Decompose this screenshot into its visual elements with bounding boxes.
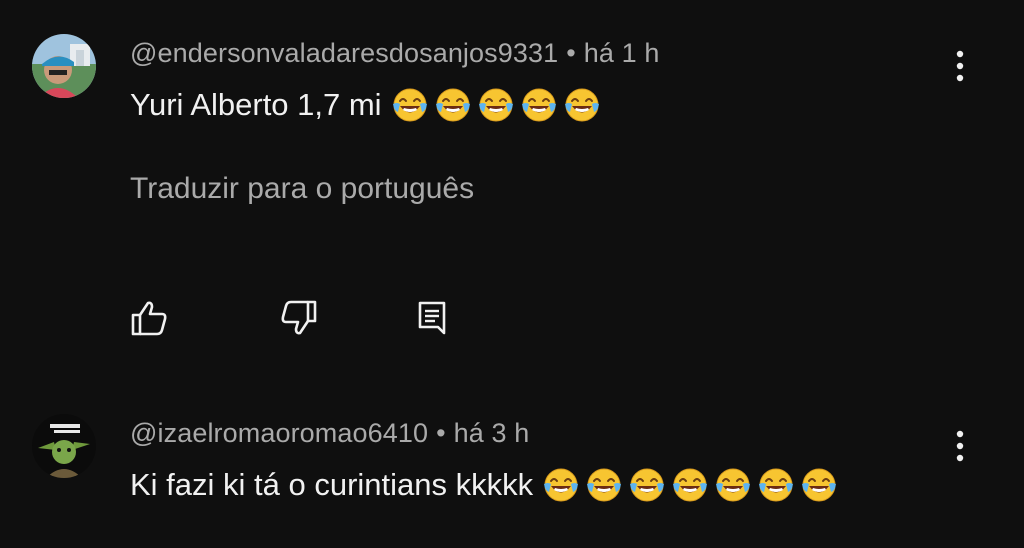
more-vertical-icon — [956, 430, 964, 462]
thumbs-down-icon — [281, 300, 317, 335]
author-name[interactable]: @endersonvaladaresdosanjos9331 — [130, 38, 558, 68]
meta-separator: • — [566, 38, 576, 68]
author-avatar[interactable] — [32, 34, 96, 98]
comment-2: @izaelromaoromao6410 • há 3 h Ki fazi ki t… — [0, 380, 1024, 548]
more-options-button[interactable] — [946, 426, 974, 466]
thumbs-up-icon — [131, 301, 167, 336]
translate-link[interactable]: Traduzir para o português — [130, 172, 474, 206]
comment-icon — [418, 301, 446, 335]
tears-of-joy-emoji-icon — [801, 467, 837, 503]
comment-text: Yuri Alberto 1,7 mi — [130, 82, 607, 128]
avatar-image — [32, 34, 96, 98]
tears-of-joy-emoji-icon — [543, 467, 579, 503]
emoji-row — [392, 87, 607, 123]
avatar-image — [32, 414, 96, 478]
comment-meta: @endersonvaladaresdosanjos9331 • há 1 h — [130, 38, 659, 69]
tears-of-joy-emoji-icon — [564, 87, 600, 123]
tears-of-joy-emoji-icon — [478, 87, 514, 123]
author-name[interactable]: @izaelromaoromao6410 — [130, 418, 428, 448]
tears-of-joy-emoji-icon — [392, 87, 428, 123]
tears-of-joy-emoji-icon — [715, 467, 751, 503]
tears-of-joy-emoji-icon — [586, 467, 622, 503]
comment-time[interactable]: há 3 h — [454, 418, 530, 448]
dislike-button[interactable] — [276, 296, 320, 340]
comment-text: Ki fazi ki tá o curintians kkkkk — [130, 462, 844, 508]
comment-1: @endersonvaladaresdosanjos9331 • há 1 h Yu… — [0, 0, 1024, 380]
tears-of-joy-emoji-icon — [435, 87, 471, 123]
comment-meta: @izaelromaoromao6410 • há 3 h — [130, 418, 529, 449]
tears-of-joy-emoji-icon — [758, 467, 794, 503]
emoji-row — [543, 467, 844, 503]
author-avatar[interactable] — [32, 414, 96, 478]
tears-of-joy-emoji-icon — [521, 87, 557, 123]
meta-separator: • — [436, 418, 446, 448]
reply-button[interactable] — [410, 296, 454, 340]
tears-of-joy-emoji-icon — [629, 467, 665, 503]
more-options-button[interactable] — [946, 46, 974, 86]
more-vertical-icon — [956, 50, 964, 82]
like-button[interactable] — [128, 296, 172, 340]
comment-time[interactable]: há 1 h — [584, 38, 660, 68]
comment-text-content: Yuri Alberto 1,7 mi — [130, 87, 382, 122]
comment-text-content: Ki fazi ki tá o curintians kkkkk — [130, 467, 534, 502]
tears-of-joy-emoji-icon — [672, 467, 708, 503]
